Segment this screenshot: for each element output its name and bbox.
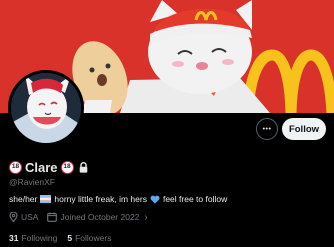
location-pin-icon — [9, 212, 18, 222]
transgender-flag-icon — [40, 195, 52, 203]
follow-label: Follow — [288, 123, 320, 135]
location-text: USA — [21, 212, 39, 222]
join-date-text: Joined October 2022 — [60, 212, 140, 222]
profile-meta: USA Joined October 2022 › — [9, 211, 157, 223]
lock-icon — [79, 161, 88, 173]
calendar-icon — [47, 212, 58, 222]
profile-avatar[interactable] — [8, 70, 84, 146]
join-date[interactable]: Joined October 2022 › — [47, 211, 148, 223]
more-options-label: ••• — [262, 125, 272, 133]
followers-label: Followers — [75, 233, 112, 243]
chevron-right-icon: › — [144, 211, 148, 223]
bio-pronouns: she/her — [9, 194, 38, 204]
display-name: Clare — [25, 159, 58, 175]
following-count: 31 — [9, 233, 19, 243]
followers-count: 5 — [67, 233, 73, 243]
profile-page: ••• Follow 18 Clare 18 @RavienXF she/her… — [0, 0, 334, 247]
location: USA — [9, 212, 38, 222]
avatar-image — [11, 73, 81, 143]
profile-bio: she/her horny little freak, im hers feel… — [9, 194, 227, 204]
bio-text-end: feel free to follow — [162, 194, 228, 204]
age-18-badge-icon: 18 — [60, 160, 74, 174]
follow-stats: 31 Following 5 Followers — [9, 232, 121, 244]
following-label: Following — [21, 233, 58, 243]
followers-link[interactable]: 5 Followers — [67, 233, 111, 243]
more-options-button[interactable]: ••• — [256, 118, 278, 140]
age-18-badge-icon: 18 — [9, 160, 22, 174]
following-link[interactable]: 31 Following — [9, 233, 57, 243]
display-name-row: 18 Clare 18 — [9, 159, 88, 175]
follow-button[interactable]: Follow — [282, 118, 326, 140]
blue-heart-icon — [150, 195, 160, 204]
bio-text: horny little freak, im hers — [54, 194, 147, 204]
profile-handle: @RavienXF — [9, 177, 55, 187]
